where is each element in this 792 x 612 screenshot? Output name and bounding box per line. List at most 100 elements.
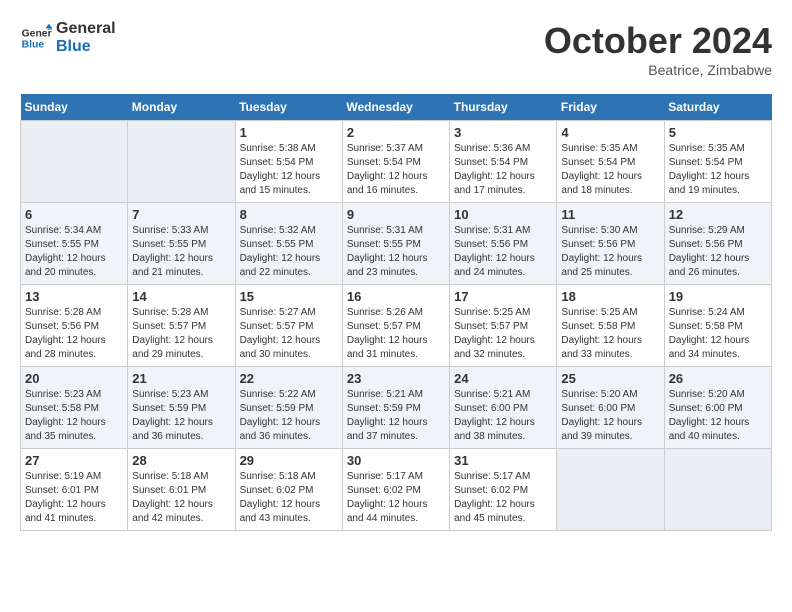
calendar-cell: 7Sunrise: 5:33 AMSunset: 5:55 PMDaylight… <box>128 203 235 285</box>
day-number: 22 <box>240 371 338 386</box>
day-info: Sunrise: 5:26 AMSunset: 5:57 PMDaylight:… <box>347 306 445 362</box>
calendar-cell: 28 Sunrise: 5:18 AMSunset: 6:01 PMDayligh… <box>128 449 235 531</box>
logo: General Blue General Blue <box>20 20 116 55</box>
calendar-cell: 31 Sunrise: 5:17 AMSunset: 6:02 PMDayligh… <box>450 449 557 531</box>
calendar-cell: 29Sunrise: 5:18 AMSunset: 6:02 PMDayligh… <box>235 449 342 531</box>
calendar-cell: 23 Sunrise: 5:21 AMSunset: 5:59 PMDayligh… <box>342 367 449 449</box>
day-info: Sunrise: 5:20 AMSunset: 6:00 PMDaylight:… <box>669 388 767 444</box>
calendar-cell: 12 Sunrise: 5:29 AMSunset: 5:56 PMDayligh… <box>664 203 771 285</box>
day-info: Sunrise: 5:38 AMSunset: 5:54 PMDaylight:… <box>240 142 338 198</box>
week-row-1: 1Sunrise: 5:38 AMSunset: 5:54 PMDaylight… <box>21 121 772 203</box>
calendar-table: SundayMondayTuesdayWednesdayThursdayFrid… <box>20 94 772 531</box>
day-info: Sunrise: 5:17 AMSunset: 6:02 PMDaylight:… <box>454 470 552 526</box>
day-info: Sunrise: 5:34 AMSunset: 5:55 PMDaylight:… <box>25 224 123 280</box>
weekday-header-sunday: Sunday <box>21 94 128 121</box>
day-info: Sunrise: 5:23 AMSunset: 5:59 PMDaylight:… <box>132 388 230 444</box>
calendar-cell: 8 Sunrise: 5:32 AMSunset: 5:55 PMDaylight… <box>235 203 342 285</box>
day-number: 16 <box>347 289 445 304</box>
week-row-2: 6 Sunrise: 5:34 AMSunset: 5:55 PMDaylight… <box>21 203 772 285</box>
day-info: Sunrise: 5:29 AMSunset: 5:56 PMDaylight:… <box>669 224 767 280</box>
day-info: Sunrise: 5:28 AMSunset: 5:57 PMDaylight:… <box>132 306 230 362</box>
calendar-cell: 15 Sunrise: 5:27 AMSunset: 5:57 PMDayligh… <box>235 285 342 367</box>
day-number: 24 <box>454 371 552 386</box>
day-info: Sunrise: 5:25 AMSunset: 5:57 PMDaylight:… <box>454 306 552 362</box>
day-number: 6 <box>25 207 123 222</box>
day-info: Sunrise: 5:35 AMSunset: 5:54 PMDaylight:… <box>561 142 659 198</box>
weekday-header-saturday: Saturday <box>664 94 771 121</box>
day-info: Sunrise: 5:21 AMSunset: 6:00 PMDaylight:… <box>454 388 552 444</box>
day-info: Sunrise: 5:24 AMSunset: 5:58 PMDaylight:… <box>669 306 767 362</box>
day-number: 30 <box>347 453 445 468</box>
calendar-cell: 24 Sunrise: 5:21 AMSunset: 6:00 PMDayligh… <box>450 367 557 449</box>
calendar-cell: 13 Sunrise: 5:28 AMSunset: 5:56 PMDayligh… <box>21 285 128 367</box>
day-info: Sunrise: 5:35 AMSunset: 5:54 PMDaylight:… <box>669 142 767 198</box>
calendar-cell <box>21 121 128 203</box>
svg-text:General: General <box>22 28 52 39</box>
day-number: 4 <box>561 125 659 140</box>
day-info: Sunrise: 5:17 AMSunset: 6:02 PMDaylight:… <box>347 470 445 526</box>
day-info: Sunrise: 5:31 AMSunset: 5:56 PMDaylight:… <box>454 224 552 280</box>
day-number: 27 <box>25 453 123 468</box>
day-number: 10 <box>454 207 552 222</box>
day-number: 18 <box>561 289 659 304</box>
day-info: Sunrise: 5:21 AMSunset: 5:59 PMDaylight:… <box>347 388 445 444</box>
day-number: 20 <box>25 371 123 386</box>
calendar-cell: 30 Sunrise: 5:17 AMSunset: 6:02 PMDayligh… <box>342 449 449 531</box>
day-info: Sunrise: 5:18 AMSunset: 6:01 PMDaylight:… <box>132 470 230 526</box>
day-number: 12 <box>669 207 767 222</box>
location: Beatrice, Zimbabwe <box>544 62 772 78</box>
calendar-cell <box>557 449 664 531</box>
day-number: 31 <box>454 453 552 468</box>
day-info: Sunrise: 5:19 AMSunset: 6:01 PMDaylight:… <box>25 470 123 526</box>
calendar-cell: 26Sunrise: 5:20 AMSunset: 6:00 PMDayligh… <box>664 367 771 449</box>
logo-blue: Blue <box>56 38 116 56</box>
day-number: 9 <box>347 207 445 222</box>
calendar-cell: 27 Sunrise: 5:19 AMSunset: 6:01 PMDayligh… <box>21 449 128 531</box>
day-info: Sunrise: 5:27 AMSunset: 5:57 PMDaylight:… <box>240 306 338 362</box>
day-info: Sunrise: 5:22 AMSunset: 5:59 PMDaylight:… <box>240 388 338 444</box>
calendar-cell: 22 Sunrise: 5:22 AMSunset: 5:59 PMDayligh… <box>235 367 342 449</box>
week-row-5: 27 Sunrise: 5:19 AMSunset: 6:01 PMDayligh… <box>21 449 772 531</box>
weekday-header-friday: Friday <box>557 94 664 121</box>
page-header: General Blue General Blue October 2024 B… <box>20 20 772 78</box>
calendar-cell: 17 Sunrise: 5:25 AMSunset: 5:57 PMDayligh… <box>450 285 557 367</box>
weekday-header-tuesday: Tuesday <box>235 94 342 121</box>
day-info: Sunrise: 5:33 AMSunset: 5:55 PMDaylight:… <box>132 224 230 280</box>
day-number: 15 <box>240 289 338 304</box>
week-row-3: 13 Sunrise: 5:28 AMSunset: 5:56 PMDayligh… <box>21 285 772 367</box>
calendar-cell: 11Sunrise: 5:30 AMSunset: 5:56 PMDayligh… <box>557 203 664 285</box>
day-number: 13 <box>25 289 123 304</box>
day-number: 3 <box>454 125 552 140</box>
day-info: Sunrise: 5:37 AMSunset: 5:54 PMDaylight:… <box>347 142 445 198</box>
day-number: 2 <box>347 125 445 140</box>
calendar-cell: 18 Sunrise: 5:25 AMSunset: 5:58 PMDayligh… <box>557 285 664 367</box>
day-info: Sunrise: 5:25 AMSunset: 5:58 PMDaylight:… <box>561 306 659 362</box>
day-number: 21 <box>132 371 230 386</box>
day-number: 17 <box>454 289 552 304</box>
day-number: 5 <box>669 125 767 140</box>
calendar-cell: 20 Sunrise: 5:23 AMSunset: 5:58 PMDayligh… <box>21 367 128 449</box>
calendar-cell: 2 Sunrise: 5:37 AMSunset: 5:54 PMDaylight… <box>342 121 449 203</box>
day-number: 28 <box>132 453 230 468</box>
calendar-cell: 5 Sunrise: 5:35 AMSunset: 5:54 PMDaylight… <box>664 121 771 203</box>
day-number: 29 <box>240 453 338 468</box>
calendar-cell: 19 Sunrise: 5:24 AMSunset: 5:58 PMDayligh… <box>664 285 771 367</box>
day-number: 11 <box>561 207 659 222</box>
day-number: 19 <box>669 289 767 304</box>
week-row-4: 20 Sunrise: 5:23 AMSunset: 5:58 PMDayligh… <box>21 367 772 449</box>
day-info: Sunrise: 5:23 AMSunset: 5:58 PMDaylight:… <box>25 388 123 444</box>
calendar-cell <box>128 121 235 203</box>
day-number: 23 <box>347 371 445 386</box>
weekday-header-monday: Monday <box>128 94 235 121</box>
calendar-cell: 14Sunrise: 5:28 AMSunset: 5:57 PMDayligh… <box>128 285 235 367</box>
calendar-cell: 1Sunrise: 5:38 AMSunset: 5:54 PMDaylight… <box>235 121 342 203</box>
day-info: Sunrise: 5:28 AMSunset: 5:56 PMDaylight:… <box>25 306 123 362</box>
calendar-cell: 10 Sunrise: 5:31 AMSunset: 5:56 PMDayligh… <box>450 203 557 285</box>
day-info: Sunrise: 5:32 AMSunset: 5:55 PMDaylight:… <box>240 224 338 280</box>
calendar-cell: 6 Sunrise: 5:34 AMSunset: 5:55 PMDaylight… <box>21 203 128 285</box>
weekday-header-row: SundayMondayTuesdayWednesdayThursdayFrid… <box>21 94 772 121</box>
calendar-cell: 21 Sunrise: 5:23 AMSunset: 5:59 PMDayligh… <box>128 367 235 449</box>
calendar-cell: 25Sunrise: 5:20 AMSunset: 6:00 PMDayligh… <box>557 367 664 449</box>
calendar-cell: 16 Sunrise: 5:26 AMSunset: 5:57 PMDayligh… <box>342 285 449 367</box>
day-number: 8 <box>240 207 338 222</box>
